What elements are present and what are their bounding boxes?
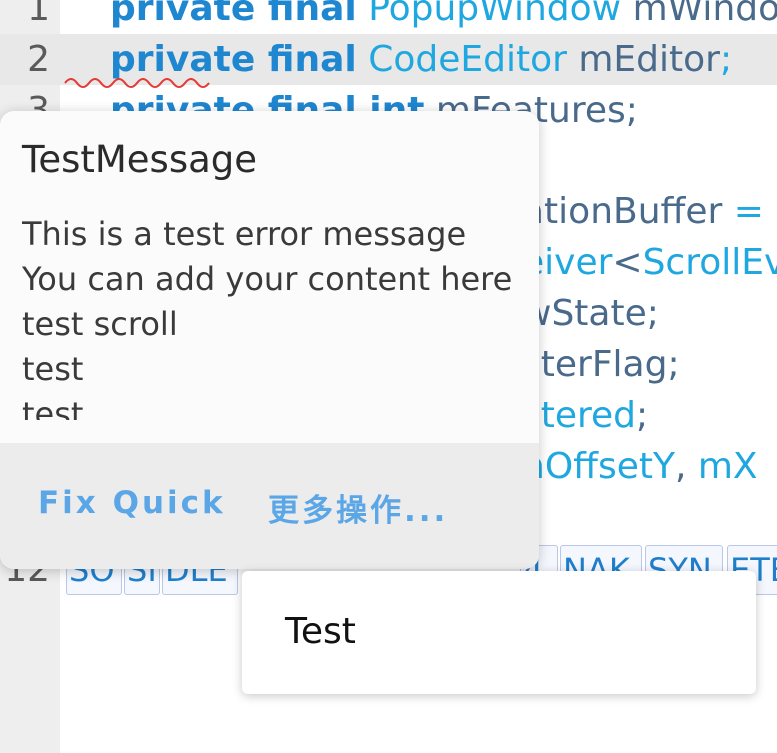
- code-punctuation: ;: [719, 39, 733, 80]
- completion-popup: Test: [242, 571, 756, 694]
- diagnostic-message[interactable]: This is a test error message You can add…: [22, 212, 532, 420]
- completion-item-label: Test: [285, 611, 356, 652]
- quick-fix-button[interactable]: Fix Quick: [38, 485, 226, 521]
- code-type: CodeEditor: [368, 39, 567, 80]
- diagnostic-title: TestMessage: [22, 138, 258, 181]
- code-punctuation: ,: [674, 446, 698, 487]
- code-punctuation: ;: [667, 344, 680, 385]
- code-line: stered;: [522, 390, 648, 441]
- code-punctuation: =: [722, 191, 764, 232]
- code-punctuation: <: [612, 242, 643, 283]
- diagnostic-popup: TestMessage This is a test error message…: [0, 111, 539, 569]
- code-line: ationBuffer =: [522, 186, 764, 237]
- code-type: ScrollEv: [642, 242, 777, 283]
- code-line: wState;: [522, 288, 659, 339]
- completion-item[interactable]: Test: [242, 571, 756, 694]
- code-identifier: wState: [522, 293, 647, 334]
- diagnostic-message-line: You can add your content here: [22, 260, 513, 298]
- code-type: mX: [697, 446, 758, 487]
- code-identifier: mEditor: [578, 39, 720, 80]
- diagnostic-message-line: test: [22, 395, 84, 420]
- more-actions-button[interactable]: 更多操作...: [268, 485, 448, 530]
- code-type: stered: [522, 395, 637, 436]
- diagnostic-message-line: This is a test error message: [22, 215, 467, 253]
- code-line: sterFlag;: [522, 339, 680, 390]
- code-punctuation: ;: [636, 395, 649, 436]
- code-identifier: sterFlag: [522, 344, 668, 385]
- diagnostic-message-line: test scroll: [22, 305, 178, 343]
- code-identifier: mWindo: [632, 0, 777, 29]
- code-punctuation: ;: [625, 90, 638, 131]
- code-identifier: ationBuffer: [522, 191, 723, 232]
- line-number: 1: [27, 0, 50, 29]
- code-type: PopupWindow: [368, 0, 622, 29]
- diagnostic-actions: Fix Quick 更多操作...: [0, 443, 539, 569]
- error-squiggle-icon: [64, 78, 210, 88]
- code-line: private final PopupWindow mWindo: [110, 0, 777, 34]
- line-number: 2: [27, 39, 50, 80]
- code-type: nOffsetY: [522, 446, 675, 487]
- code-keyword: private final: [110, 0, 357, 29]
- code-line: eiver<ScrollEv: [522, 237, 777, 288]
- code-punctuation: ;: [646, 293, 659, 334]
- diagnostic-message-line: test: [22, 350, 84, 388]
- code-line: nOffsetY, mX: [522, 441, 758, 492]
